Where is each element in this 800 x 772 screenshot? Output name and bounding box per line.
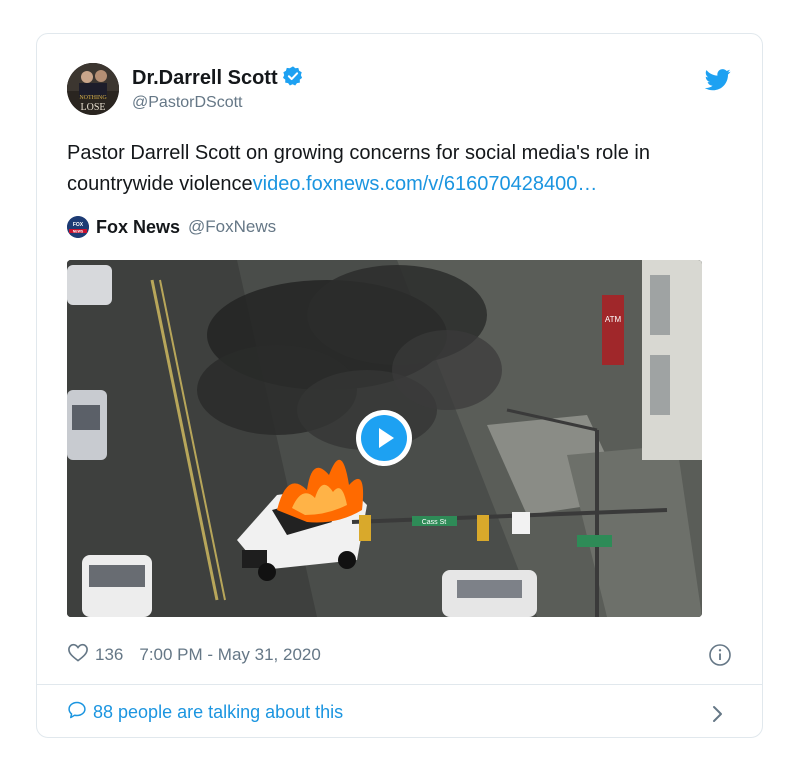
svg-text:FOX: FOX [73, 222, 84, 228]
fox-news-logo-icon: FOX NEWS [67, 216, 89, 238]
video-player[interactable]: ATM Cass St [67, 260, 702, 617]
street-sign: Cass St [422, 519, 447, 526]
twitter-bird-icon[interactable] [704, 69, 731, 96]
like-count[interactable]: 136 [95, 645, 123, 665]
comment-bubble-icon [67, 700, 87, 725]
chevron-right-icon[interactable] [711, 704, 725, 729]
tweet-card[interactable]: NOTHING LOSE Dr.Darrell Scott @PastorDSc… [36, 33, 763, 738]
author-handle[interactable]: @PastorDScott [132, 94, 243, 112]
info-icon[interactable] [708, 643, 732, 672]
avatar-text-1: NOTHING [79, 95, 107, 101]
conversation-link[interactable]: 88 people are talking about this [67, 700, 343, 725]
atm-sign: ATM [605, 315, 622, 324]
heart-icon[interactable] [67, 642, 89, 667]
tweet-meta: 136 7:00 PM - May 31, 2020 [67, 642, 321, 667]
author-name[interactable]: Dr.Darrell Scott [132, 65, 304, 94]
svg-text:NEWS: NEWS [73, 229, 84, 233]
talking-count[interactable]: 88 people are talking about this [93, 702, 343, 723]
avatar[interactable]: NOTHING LOSE [67, 63, 119, 115]
quoted-name[interactable]: Fox News [96, 217, 180, 238]
play-button[interactable] [356, 410, 412, 466]
avatar-text-2: LOSE [81, 102, 106, 113]
play-icon [361, 415, 407, 461]
timestamp[interactable]: 7:00 PM - May 31, 2020 [139, 645, 320, 665]
author-name-text[interactable]: Dr.Darrell Scott [132, 67, 278, 89]
quoted-handle[interactable]: @FoxNews [188, 217, 276, 237]
tweet-text: Pastor Darrell Scott on growing concerns… [67, 138, 737, 200]
quoted-source[interactable]: FOX NEWS Fox News @FoxNews [67, 216, 276, 238]
verified-badge-icon [282, 65, 304, 94]
divider [37, 684, 762, 685]
tweet-link[interactable]: video.foxnews.com/v/616070428400… [253, 173, 598, 195]
